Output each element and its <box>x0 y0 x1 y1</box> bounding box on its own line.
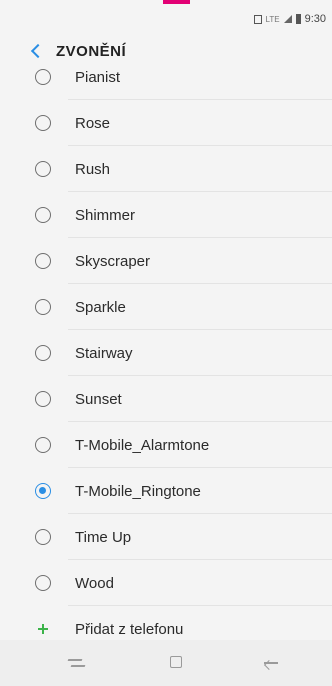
radio-button[interactable] <box>35 253 51 269</box>
ringtone-item[interactable]: Rush <box>0 146 332 192</box>
navigation-bar <box>0 640 332 686</box>
radio-button-selected[interactable] <box>35 483 51 499</box>
radio-button[interactable] <box>35 345 51 361</box>
home-icon <box>170 656 182 668</box>
brand-accent-bar <box>163 0 190 4</box>
ringtone-item-selected[interactable]: T-Mobile_Ringtone <box>0 468 332 514</box>
signal-icon <box>283 15 292 23</box>
nfc-icon <box>253 14 262 24</box>
radio-button[interactable] <box>35 207 51 223</box>
status-bar: LTE 9:30 <box>253 10 326 28</box>
radio-button[interactable] <box>35 115 51 131</box>
home-button[interactable] <box>164 650 190 676</box>
ringtone-item[interactable]: Sparkle <box>0 284 332 330</box>
ringtone-item[interactable]: Stairway <box>0 330 332 376</box>
ringtone-label: Pianist <box>75 68 121 86</box>
recent-apps-icon <box>67 659 83 661</box>
radio-button[interactable] <box>35 437 51 453</box>
radio-button[interactable] <box>35 529 51 545</box>
radio-button[interactable] <box>35 299 51 315</box>
page-title: ZVONĚNÍ <box>56 42 127 60</box>
recent-apps-button[interactable] <box>64 650 90 676</box>
ringtone-item[interactable]: Skyscraper <box>0 238 332 284</box>
ringtone-item[interactable]: Sunset <box>0 376 332 422</box>
ringtone-label: Sparkle <box>75 298 126 316</box>
battery-icon <box>295 14 301 24</box>
ringtone-label: Rush <box>75 160 111 178</box>
ringtone-item[interactable]: Time Up <box>0 514 332 560</box>
radio-button[interactable] <box>35 69 51 85</box>
ringtone-item[interactable]: Rose <box>0 100 332 146</box>
network-type: LTE <box>265 14 280 24</box>
ringtone-label: Sunset <box>75 390 122 408</box>
ringtone-item[interactable]: Shimmer <box>0 192 332 238</box>
ringtone-list[interactable]: Pianist Rose Rush Shimmer Skyscraper Spa… <box>0 60 332 610</box>
chevron-left-icon <box>30 43 46 59</box>
add-from-phone-label: Přidat z telefonu <box>75 620 184 638</box>
ringtone-label: T-Mobile_Ringtone <box>75 482 201 500</box>
ringtone-item[interactable]: Pianist <box>0 60 332 100</box>
radio-button[interactable] <box>35 391 51 407</box>
ringtone-item[interactable]: T-Mobile_Alarmtone <box>0 422 332 468</box>
ringtone-item[interactable]: Wood <box>0 560 332 606</box>
ringtone-label: T-Mobile_Alarmtone <box>75 436 210 454</box>
ringtone-label: Skyscraper <box>75 252 151 270</box>
ringtone-label: Rose <box>75 114 111 132</box>
plus-icon <box>35 621 51 637</box>
nav-back-button[interactable] <box>259 650 285 676</box>
ringtone-label: Shimmer <box>75 206 136 224</box>
radio-button[interactable] <box>35 575 51 591</box>
status-time: 9:30 <box>304 13 326 25</box>
recent-apps-icon-line <box>70 665 86 667</box>
ringtone-label: Time Up <box>75 528 132 546</box>
radio-button[interactable] <box>35 161 51 177</box>
ringtone-label: Stairway <box>75 344 133 362</box>
ringtone-label: Wood <box>75 574 114 592</box>
